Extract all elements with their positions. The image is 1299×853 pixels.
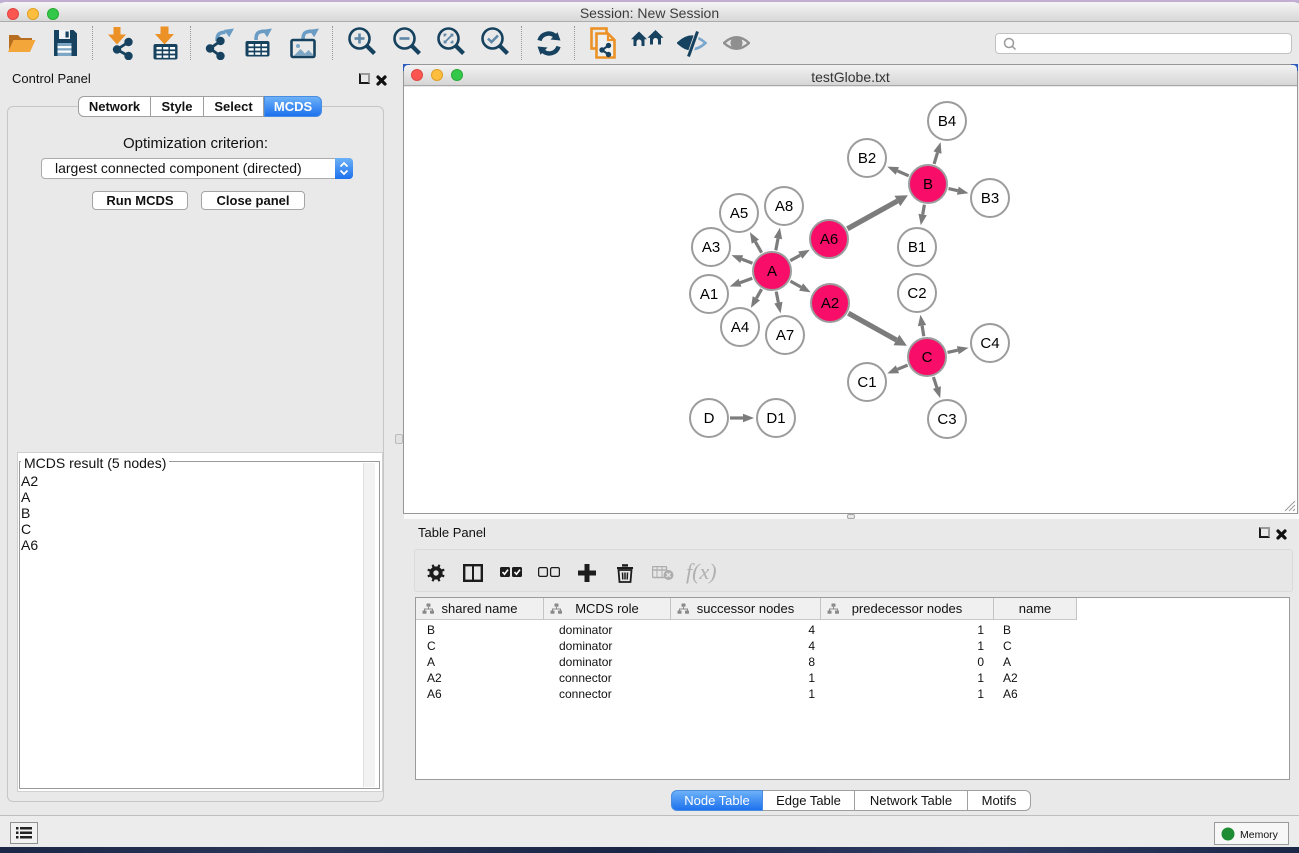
svg-text:A3: A3	[702, 239, 720, 256]
svg-text:B4: B4	[938, 113, 956, 130]
svg-text:A8: A8	[775, 198, 793, 215]
svg-text:C2: C2	[907, 285, 926, 302]
svg-text:C3: C3	[937, 411, 956, 428]
svg-text:A5: A5	[730, 205, 748, 222]
svg-text:D: D	[704, 410, 715, 427]
svg-text:A7: A7	[776, 327, 794, 344]
svg-text:B2: B2	[858, 150, 876, 167]
svg-text:A1: A1	[700, 286, 718, 303]
svg-text:D1: D1	[766, 410, 785, 427]
svg-text:B1: B1	[908, 239, 926, 256]
svg-text:C1: C1	[857, 374, 876, 391]
svg-text:B: B	[923, 176, 933, 193]
svg-text:A6: A6	[820, 231, 838, 248]
svg-text:A2: A2	[821, 295, 839, 312]
svg-text:C: C	[922, 349, 933, 366]
svg-text:B3: B3	[981, 190, 999, 207]
svg-text:A: A	[767, 263, 777, 280]
svg-text:C4: C4	[980, 335, 999, 352]
svg-text:A4: A4	[731, 319, 749, 336]
